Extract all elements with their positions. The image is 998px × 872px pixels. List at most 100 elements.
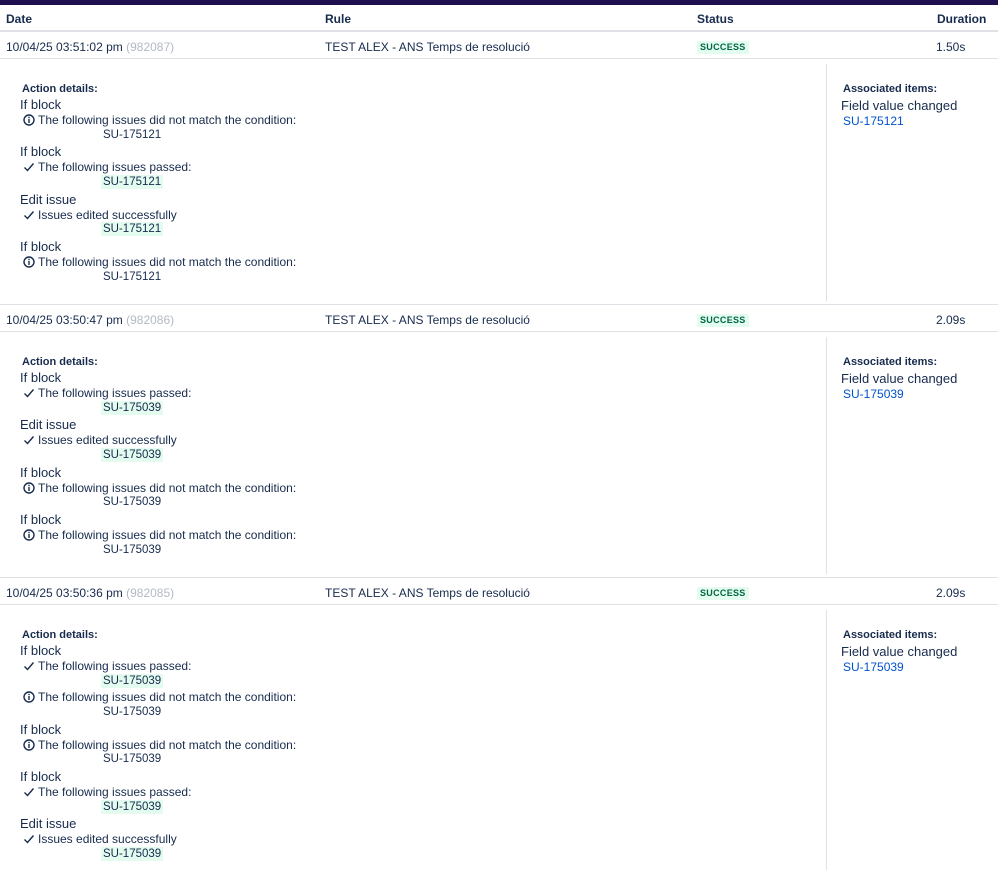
status-badge: SUCCESS: [697, 41, 749, 54]
info-icon: [22, 481, 35, 494]
action-line: Issues edited successfully: [22, 433, 177, 447]
action-line-text: Issues edited successfully: [38, 207, 177, 222]
action-line: The following issues did not match the c…: [22, 113, 296, 127]
panel-divider: [826, 64, 827, 301]
check-icon: [22, 208, 35, 221]
action-line: The following issues did not match the c…: [22, 481, 296, 495]
row-duration: 2.09s: [936, 313, 966, 327]
log-row[interactable]: 10/04/25 03:51:02 pm (982087) TEST ALEX -…: [0, 31, 998, 59]
action-block-title: If block: [20, 511, 62, 527]
action-line: Issues edited successfully: [22, 832, 177, 846]
info-icon: [22, 691, 35, 704]
action-block-title: If block: [20, 238, 62, 254]
issue-key[interactable]: SU-175121: [101, 270, 163, 284]
associated-item-text: Field value changed: [841, 644, 958, 659]
header-duration[interactable]: Duration: [937, 12, 986, 26]
associated-item-text: Field value changed: [841, 371, 958, 386]
action-line-text: The following issues passed:: [38, 160, 192, 175]
action-line-text: Issues edited successfully: [38, 832, 177, 847]
check-icon: [22, 161, 35, 174]
row-rule[interactable]: TEST ALEX - ANS Temps de resolució: [325, 313, 530, 327]
panel-divider: [826, 610, 827, 870]
action-details-panel: Action details: If block The following iss…: [0, 333, 998, 578]
row-date-text: 10/04/25 03:50:47 pm: [6, 313, 123, 327]
issue-key[interactable]: SU-175121: [101, 128, 163, 142]
action-line-text: The following issues did not match the c…: [38, 480, 297, 495]
action-line-text: The following issues did not match the c…: [38, 528, 297, 542]
action-block-title: If block: [20, 97, 62, 112]
action-line-text: The following issues passed:: [38, 386, 192, 401]
action-line: The following issues did not match the c…: [22, 690, 296, 704]
action-block-title: Edit issue: [20, 417, 77, 433]
row-date: 10/04/25 03:50:47 pm (982086): [6, 313, 174, 327]
action-details-title: Action details:: [22, 356, 98, 368]
issue-key[interactable]: SU-175039: [101, 705, 163, 719]
row-rule[interactable]: TEST ALEX - ANS Temps de resolució: [325, 586, 530, 600]
action-details-panel: Action details: If block The following iss…: [0, 606, 998, 872]
action-line-text: The following issues passed:: [38, 659, 192, 674]
associated-items-title: Associated items:: [843, 83, 938, 95]
action-details-title: Action details:: [22, 83, 98, 95]
status-badge: SUCCESS: [697, 587, 749, 600]
table-header: Date Rule Status Duration: [0, 5, 998, 31]
issue-key[interactable]: SU-175039: [101, 673, 164, 688]
info-icon: [22, 529, 35, 542]
log-row[interactable]: 10/04/25 03:50:47 pm (982086) TEST ALEX -…: [0, 304, 998, 332]
row-id: (982085): [126, 586, 175, 600]
info-icon: [22, 256, 35, 269]
issue-key[interactable]: SU-175039: [101, 846, 164, 861]
issue-key[interactable]: SU-175121: [101, 175, 164, 189]
panel-divider: [826, 337, 827, 574]
action-line-text: Issues edited successfully: [38, 433, 177, 448]
action-line-text: The following issues did not match the c…: [38, 737, 297, 752]
issue-key[interactable]: SU-175039: [101, 752, 163, 766]
action-block-title: If block: [20, 721, 62, 737]
action-line: The following issues did not match the c…: [22, 738, 296, 752]
check-icon: [22, 833, 35, 846]
header-date[interactable]: Date: [6, 12, 32, 26]
associated-issue-link[interactable]: SU-175039: [843, 387, 904, 401]
issue-key[interactable]: SU-175039: [101, 448, 164, 462]
issue-key[interactable]: SU-175039: [101, 495, 163, 509]
action-line-text: The following issues did not match the c…: [38, 113, 297, 128]
action-block-title: Edit issue: [20, 816, 77, 832]
info-icon: [22, 114, 35, 127]
row-date: 10/04/25 03:51:02 pm (982087): [6, 40, 174, 54]
header-status[interactable]: Status: [697, 12, 734, 26]
action-line-text: The following issues passed:: [38, 784, 192, 799]
associated-issue-link[interactable]: SU-175039: [843, 660, 904, 674]
issue-key[interactable]: SU-175039: [101, 400, 164, 415]
action-block-title: Edit issue: [20, 191, 77, 207]
issue-key[interactable]: SU-175039: [101, 543, 163, 557]
associated-issue-link[interactable]: SU-175121: [843, 114, 904, 128]
associated-items-title: Associated items:: [843, 629, 938, 641]
check-icon: [22, 785, 35, 798]
action-details-panel: Action details: If block The following iss…: [0, 60, 998, 305]
row-date-text: 10/04/25 03:50:36 pm: [6, 586, 123, 600]
action-line: The following issues passed:: [22, 386, 191, 400]
header-rule[interactable]: Rule: [325, 12, 351, 26]
action-line: The following issues did not match the c…: [22, 528, 296, 542]
action-line: The following issues passed:: [22, 160, 191, 174]
check-icon: [22, 434, 35, 447]
row-duration: 1.50s: [936, 40, 966, 54]
action-line: The following issues did not match the c…: [22, 255, 296, 269]
log-row[interactable]: 10/04/25 03:50:36 pm (982085) TEST ALEX -…: [0, 577, 998, 605]
check-icon: [22, 387, 35, 400]
action-line: The following issues passed:: [22, 785, 191, 799]
action-line: The following issues passed:: [22, 659, 191, 673]
row-date: 10/04/25 03:50:36 pm (982085): [6, 586, 174, 600]
issue-key[interactable]: SU-175039: [101, 799, 164, 814]
row-rule[interactable]: TEST ALEX - ANS Temps de resolució: [325, 40, 530, 54]
info-icon: [22, 738, 35, 751]
status-badge: SUCCESS: [697, 314, 749, 327]
check-icon: [22, 660, 35, 673]
associated-items-title: Associated items:: [843, 356, 938, 368]
action-block-title: If block: [20, 643, 62, 658]
action-block-title: If block: [20, 370, 62, 385]
action-details-title: Action details:: [22, 629, 98, 641]
row-id: (982086): [126, 313, 175, 327]
row-duration: 2.09s: [936, 586, 966, 600]
issue-key[interactable]: SU-175121: [101, 222, 164, 237]
action-line-text: The following issues did not match the c…: [38, 255, 297, 269]
